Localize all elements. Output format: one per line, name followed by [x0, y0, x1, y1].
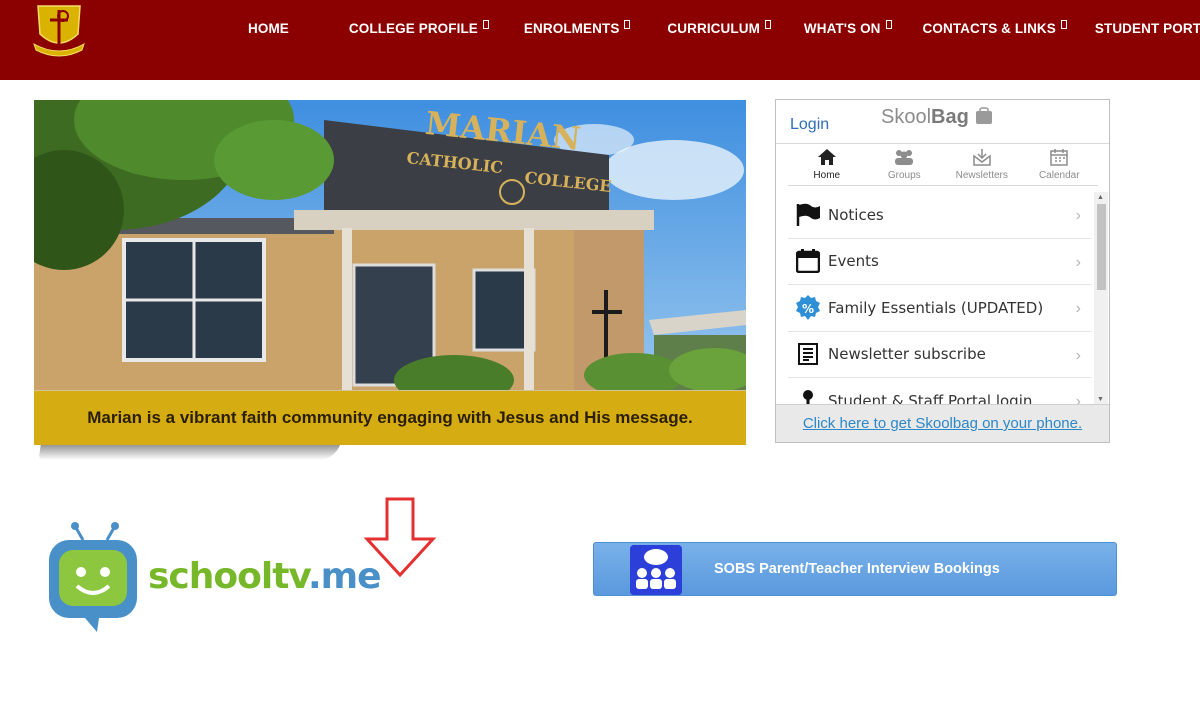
tv-mascot-icon [49, 522, 137, 632]
skoolbag-widget: Login SkoolBag Home Groups Newsletters Cale… [775, 99, 1110, 443]
scroll-up-icon[interactable]: ▲ [1097, 194, 1104, 201]
scroll-down-icon[interactable]: ▼ [1097, 396, 1104, 403]
nav-item-contacts-links[interactable]: CONTACTS & LINKS [922, 19, 1067, 36]
sobs-label: SOBS Parent/Teacher Interview Bookings [714, 561, 1000, 577]
home-icon [788, 148, 866, 170]
nav-item-student-portal[interactable]: STUDENT PORTAL [1095, 21, 1200, 36]
list-item-label: Student & Staff Portal login [828, 391, 1033, 405]
sobs-booking-button[interactable]: SOBS Parent/Teacher Interview Bookings [593, 542, 1117, 596]
list-item-label: Family Essentials (UPDATED) [828, 298, 1044, 317]
nav-label: HOME [248, 20, 289, 36]
tab-label: Calendar [1038, 170, 1080, 181]
nav-item-college-profile[interactable]: COLLEGE PROFILE [348, 19, 489, 36]
login-link[interactable]: Login [790, 116, 829, 134]
key-icon [788, 389, 828, 405]
hero-image: MARIAN CATHOLIC COLLEGE Marian is a vibr… [34, 100, 746, 445]
skoolbag-scrollbar[interactable]: ▲ ▼ [1094, 192, 1108, 405]
skoolbag-tabs: Home Groups Newsletters Calendar [788, 144, 1098, 186]
dropdown-icon [764, 19, 771, 29]
tab-home[interactable]: Home [788, 144, 866, 185]
skoolbag-header: Login SkoolBag [776, 100, 1109, 144]
svg-text:%: % [802, 302, 814, 316]
header-bar: HOME COLLEGE PROFILE ENROLMENTS CURRICULUM W… [0, 0, 1200, 80]
dropdown-icon [885, 19, 892, 29]
skoolbag-list: Notices › Events ›% Family Essentials (UPDAT… [788, 192, 1091, 405]
skoolbag-footer: Click here to get Skoolbag on your phone… [776, 404, 1109, 442]
flag-icon [788, 203, 828, 227]
nav-label: COLLEGE PROFILE [348, 20, 478, 36]
tab-label: Newsletters [955, 170, 1008, 181]
nav-item-what-s-on[interactable]: WHAT'S ON [803, 19, 892, 36]
newsletters-icon [943, 148, 1021, 170]
list-item-label: Notices [828, 205, 884, 224]
tab-groups[interactable]: Groups [866, 144, 944, 185]
skoolbag-bag-icon [976, 107, 993, 124]
schooltv-logo[interactable]: schooltv.me [45, 520, 382, 632]
chevron-right-icon: › [1075, 253, 1081, 271]
list-item[interactable]: Notices › [788, 192, 1091, 239]
chevron-right-icon: › [1075, 300, 1081, 317]
percent-badge-icon: % [788, 294, 828, 322]
college-crest-icon[interactable] [30, 0, 88, 58]
list-item[interactable]: % Family Essentials (UPDATED) › [788, 285, 1091, 332]
get-skoolbag-link[interactable]: Click here to get Skoolbag on your phone… [803, 415, 1082, 432]
list-item[interactable]: Events › [788, 239, 1091, 285]
newsletter-icon [788, 343, 828, 366]
list-item[interactable]: Newsletter subscribe › [788, 332, 1091, 378]
scroll-thumb[interactable] [1097, 204, 1106, 290]
nav-item-curriculum[interactable]: CURRICULUM [667, 19, 771, 36]
calendar-icon [788, 249, 828, 274]
list-item-label: Events [828, 252, 879, 271]
tab-label: Groups [887, 170, 921, 181]
schooltv-text: schooltv.me [148, 556, 382, 597]
hero-caption: Marian is a vibrant faith community enga… [34, 391, 746, 445]
dropdown-icon [482, 19, 489, 29]
list-item[interactable]: Student & Staff Portal login › [788, 378, 1091, 405]
down-arrow-icon [363, 497, 437, 578]
nav-label: CONTACTS & LINKS [922, 20, 1056, 36]
tab-newsletters[interactable]: Newsletters [943, 144, 1021, 185]
nav-item-enrolments[interactable]: ENROLMENTS [523, 19, 631, 36]
dropdown-icon [624, 19, 631, 29]
list-item-label: Newsletter subscribe [828, 345, 986, 364]
main-nav: HOME COLLEGE PROFILE ENROLMENTS CURRICULUM W… [230, 18, 1200, 38]
skoolbag-logo: SkoolBag [881, 106, 994, 129]
tab-label: Home [813, 170, 841, 181]
chevron-right-icon: › [1075, 207, 1081, 224]
nav-label: STUDENT PORTAL [1094, 20, 1200, 36]
chevron-right-icon: › [1075, 346, 1081, 364]
calendar-icon [1021, 148, 1099, 170]
nav-label: WHAT'S ON [803, 20, 881, 36]
nav-label: CURRICULUM [667, 20, 760, 36]
dropdown-icon [1060, 19, 1067, 29]
groups-icon [866, 148, 944, 170]
people-meeting-icon [630, 545, 682, 595]
nav-item-home[interactable]: HOME [248, 21, 289, 36]
tab-calendar[interactable]: Calendar [1021, 144, 1099, 185]
nav-label: ENROLMENTS [523, 20, 620, 36]
hero-caption-text: Marian is a vibrant faith community enga… [87, 408, 693, 427]
